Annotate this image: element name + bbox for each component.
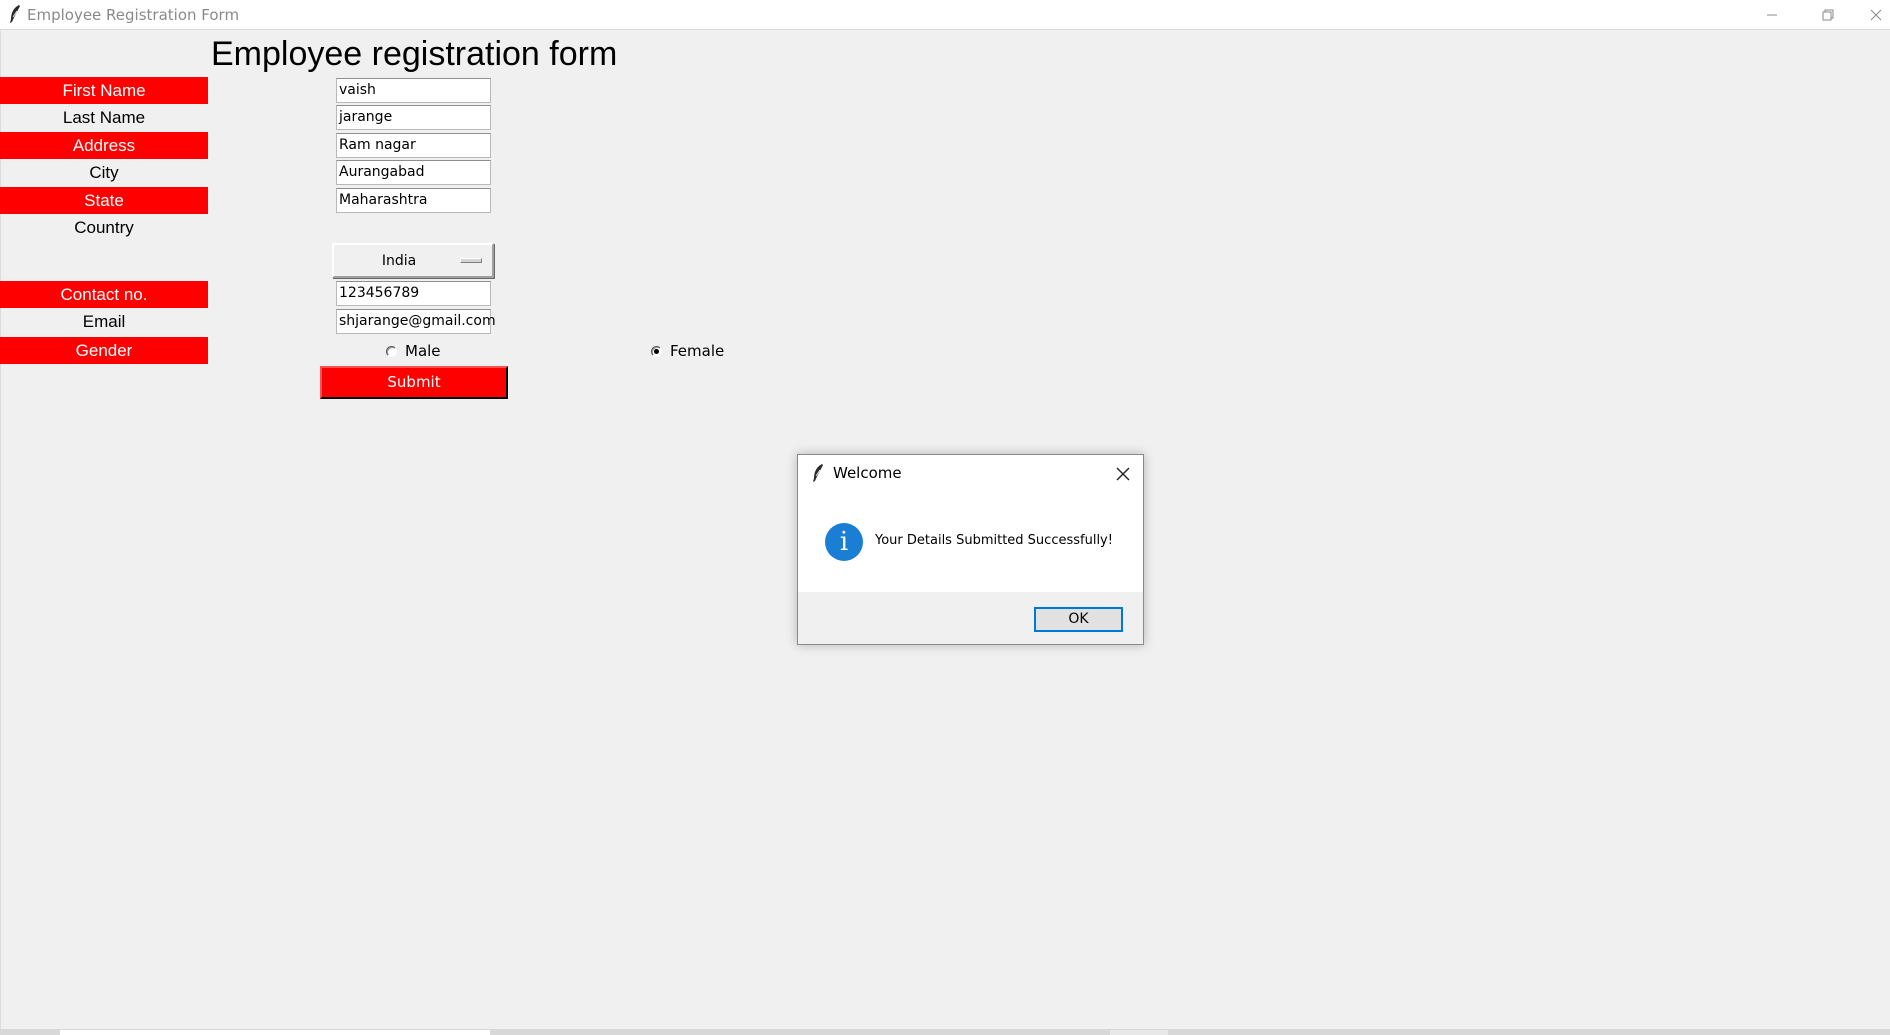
info-icon: i: [825, 523, 863, 561]
dialog-footer: OK: [798, 592, 1143, 644]
country-selected-value: India: [381, 253, 417, 269]
last-name-label: Last Name: [62, 108, 146, 127]
contact-label: Contact no.: [0, 281, 208, 308]
welcome-dialog: Welcome i Your Details Submitted Success…: [797, 454, 1144, 645]
bottom-strip-segment: [60, 1030, 490, 1035]
country-label: Country: [74, 218, 134, 237]
restore-icon: [1822, 9, 1834, 20]
window-close-button[interactable]: [1862, 0, 1890, 29]
minimize-button[interactable]: [1750, 0, 1794, 29]
ok-button[interactable]: OK: [1034, 607, 1123, 632]
gender-female-radio[interactable]: Female: [651, 342, 724, 360]
dialog-title: Welcome: [833, 464, 902, 482]
state-field[interactable]: Maharashtra: [336, 188, 491, 213]
feather-icon: [10, 5, 20, 23]
country-select[interactable]: India: [332, 243, 494, 278]
window-title: Employee Registration Form: [27, 6, 240, 24]
dialog-close-button[interactable]: [1111, 462, 1135, 486]
feather-icon: [813, 464, 823, 482]
window-titlebar: Employee Registration Form: [0, 0, 1890, 30]
bottom-strip: [0, 1029, 1890, 1035]
minimize-icon: [1767, 14, 1777, 15]
city-label: City: [89, 163, 119, 182]
radio-unchecked-icon: [386, 345, 397, 357]
close-icon: [1116, 467, 1130, 481]
first-name-label: First Name: [0, 77, 208, 104]
bottom-strip-segment: [1110, 1030, 1168, 1035]
contact-field[interactable]: 123456789: [336, 281, 491, 306]
email-field[interactable]: shjarange@gmail.com: [336, 309, 496, 334]
last-name-field[interactable]: jarange: [336, 105, 491, 130]
gender-male-radio[interactable]: Male: [386, 342, 441, 360]
city-field[interactable]: Aurangabad: [336, 160, 491, 185]
dropdown-indicator-icon: [460, 258, 482, 263]
gender-female-label: Female: [670, 342, 725, 360]
close-icon: [1870, 9, 1882, 20]
dialog-message: Your Details Submitted Successfully!: [875, 533, 1113, 548]
state-label: State: [0, 187, 208, 214]
gender-label: Gender: [0, 337, 208, 364]
submit-button[interactable]: Submit: [320, 366, 508, 399]
radio-checked-icon: [651, 345, 662, 357]
email-label: Email: [82, 312, 126, 331]
address-label: Address: [0, 132, 208, 159]
address-field[interactable]: Ram nagar: [336, 133, 491, 158]
first-name-field[interactable]: vaish: [336, 78, 491, 103]
page-title: Employee registration form: [211, 35, 618, 73]
restore-button[interactable]: [1806, 0, 1850, 29]
gender-male-label: Male: [405, 342, 441, 360]
